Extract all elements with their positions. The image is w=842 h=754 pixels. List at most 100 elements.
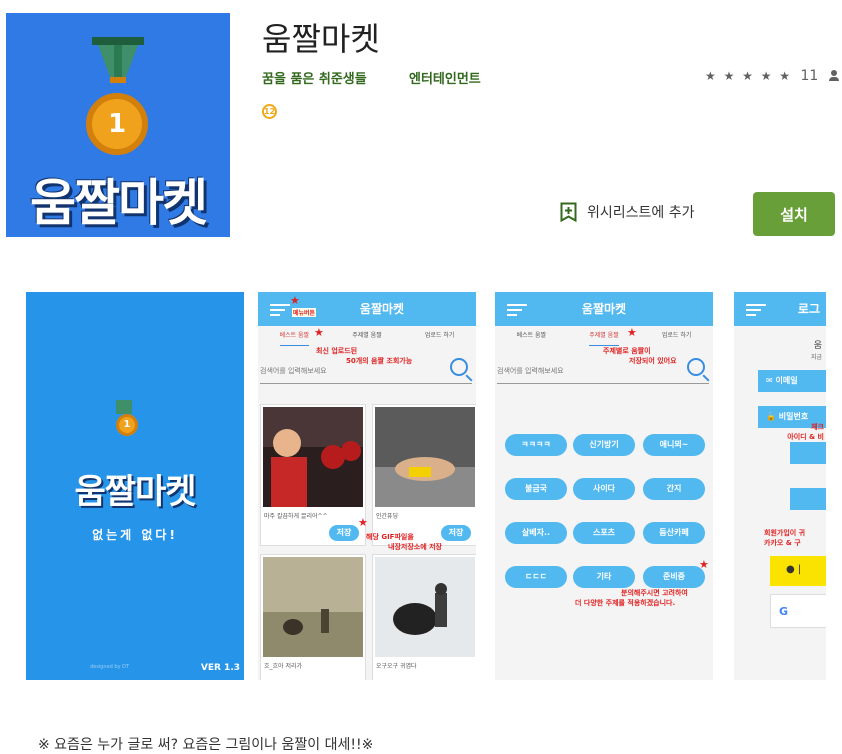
install-button[interactable]: 설치 (753, 192, 835, 236)
category-pill: 사이다 (573, 478, 635, 500)
annotation-text: 카카오 & 구 (764, 539, 801, 547)
annotation-text: 분의해주시면 고려하여 (621, 589, 688, 597)
star-marker-icon: ★ (627, 326, 637, 339)
kakao-icon: ● (786, 564, 795, 575)
search-icon (687, 358, 705, 376)
person-icon (828, 70, 839, 81)
version-label: VER 1.3 (200, 663, 240, 673)
search-input: 검색어를 입력해보세요 (260, 358, 472, 384)
medal-ribbon-icon (92, 37, 144, 83)
medal-icon: 1 (86, 93, 148, 155)
mail-icon: ✉ (766, 376, 773, 385)
wishlist-button[interactable]: 위시리스트에 추가 (560, 202, 695, 222)
annotation-text: 내장저장소에 저장 (388, 543, 442, 551)
google-icon: G (779, 605, 789, 618)
search-icon (450, 358, 468, 376)
category-pill: 스포츠 (573, 522, 635, 544)
category-pill: 살베자.. (505, 522, 567, 544)
menu-icon (746, 304, 766, 316)
star-marker-icon: ★ (358, 516, 368, 529)
app-icon-text: 움짤마켓 (30, 174, 208, 232)
tab-best: 베스트 움짤 (279, 330, 310, 346)
category-pill: 애니뫼~ (643, 434, 705, 456)
gif-thumbnail (375, 407, 475, 507)
screenshot-carousel[interactable]: 1 움짤마켓 없는게 없다! designed by DT VER 1.3 메뉴… (26, 292, 826, 680)
developer-link[interactable]: 꿈을 품은 취준생들 (262, 68, 367, 87)
kakao-login-button: ● | (770, 556, 826, 586)
category-pill: 간지 (643, 478, 705, 500)
category-pill: 준비중 (643, 566, 705, 588)
tab-upload: 업로드 하기 (661, 332, 692, 339)
gif-caption: 오구오구 귀엽다 (376, 663, 417, 670)
email-label: 이메일 (775, 376, 798, 385)
tab-best: 베스트 움짤 (516, 332, 547, 339)
gif-card: 흐_흐아 저리가 (260, 554, 366, 680)
search-input: 검색어를 입력해보세요 (497, 358, 709, 384)
gif-thumbnail (263, 407, 363, 507)
app-icon: 1 움짤마켓 (6, 13, 230, 237)
annotation-text: 체크 (811, 423, 824, 431)
category-pill: ㄷㄷㄷ (505, 566, 567, 588)
gif-thumbnail (263, 557, 363, 657)
tab-bar: 베스트 움짤 주제별 움짤 업로드 하기 (258, 330, 476, 346)
login-button (790, 442, 826, 464)
tab-upload: 업로드 하기 (424, 332, 455, 339)
login-subtext: 지금 (810, 354, 822, 361)
gif-thumbnail (375, 557, 475, 657)
designed-by: designed by DT (90, 664, 130, 670)
gif-caption: 흐_흐아 저리가 (264, 663, 303, 670)
lock-icon: 🔒 (766, 412, 776, 421)
app-title: 움짤마켓 (262, 20, 380, 58)
app-bar-title: 움짤마켓 (359, 302, 405, 316)
menu-icon (270, 304, 290, 316)
category-pill: 불금국 (505, 478, 567, 500)
search-placeholder: 검색어를 입력해보세요 (260, 367, 327, 375)
medal-ribbon-icon (116, 400, 132, 414)
star-marker-icon: ★ (290, 294, 300, 307)
rating-count: 11 (800, 68, 819, 84)
rating-summary: ★ ★ ★ ★ ★ 11 (705, 68, 839, 84)
screenshot-login[interactable]: 로그 움 지금 ✉ 이메일 🔒 비밀번호 체크 아이디 & 비 회원가입이 귀 … (734, 292, 826, 680)
screenshot-splash[interactable]: 1 움짤마켓 없는게 없다! designed by DT VER 1.3 (26, 292, 244, 680)
category-pill: ㅋㅋㅋㅋ (505, 434, 567, 456)
medal-icon: 1 (116, 414, 138, 436)
star-marker-icon: ★ (314, 326, 324, 339)
bookmark-add-icon (560, 202, 577, 222)
email-field: ✉ 이메일 (758, 370, 826, 392)
signup-button (790, 488, 826, 510)
gif-card: 인간퓨딩 저장 (372, 404, 476, 546)
category-link[interactable]: 엔터테인먼트 (409, 68, 481, 87)
save-button: 저장 (441, 525, 471, 541)
category-pill: 듬산카페 (643, 522, 705, 544)
star-marker-icon: ★ (699, 558, 709, 571)
annotation-text: 주제별로 움짤이 (603, 347, 651, 355)
splash-tagline: 없는게 없다! (92, 528, 178, 542)
gif-caption: 마주 칼끔하게 끌리어^^ (264, 513, 328, 520)
category-pill: 신기방기 (573, 434, 635, 456)
splash-title: 움짤마켓 (74, 472, 196, 512)
search-placeholder: 검색어를 입력해보세요 (497, 367, 564, 375)
annotation-text: 아이디 & 비 (787, 433, 824, 441)
screenshot-best[interactable]: 메뉴버튼 움짤마켓 ★ 베스트 움짤 주제별 움짤 업로드 하기 ★ 최신 업로… (258, 292, 476, 680)
gif-caption: 인간퓨딩 (376, 513, 399, 520)
password-label: 비밀번호 (778, 412, 809, 421)
annotation-text: 더 다양한 주제를 적용하겠습니다. (575, 599, 676, 607)
annotation-text: 최신 업로드된 (316, 347, 358, 355)
app-bar-title: 로그 (797, 302, 820, 316)
tab-bar: 베스트 움짤 주제별 움짤 업로드 하기 (495, 330, 713, 346)
save-button: 저장 (329, 525, 359, 541)
screenshot-topics[interactable]: 움짤마켓 베스트 움짤 주제별 움짤 업로드 하기 ★ 주제별로 움짤이 저장되… (495, 292, 713, 680)
gif-card: 오구오구 귀엽다 (372, 554, 476, 680)
login-heading: 움 (813, 341, 822, 351)
tab-topic: 주제별 움짤 (589, 330, 619, 346)
annotation-text: 해당 GIF파일을 (366, 533, 414, 541)
app-bar-title: 움짤마켓 (581, 302, 627, 316)
wishlist-label: 위시리스트에 추가 (587, 205, 695, 221)
google-login-button: G (770, 594, 826, 628)
kakao-label: | (797, 564, 802, 575)
age-rating-badge: 12 (262, 104, 277, 119)
category-pill: 기타 (573, 566, 635, 588)
app-bar: 로그 (734, 292, 826, 326)
rating-stars: ★ ★ ★ ★ ★ (705, 69, 793, 83)
annotation-text: 회원가입이 귀 (764, 529, 806, 537)
